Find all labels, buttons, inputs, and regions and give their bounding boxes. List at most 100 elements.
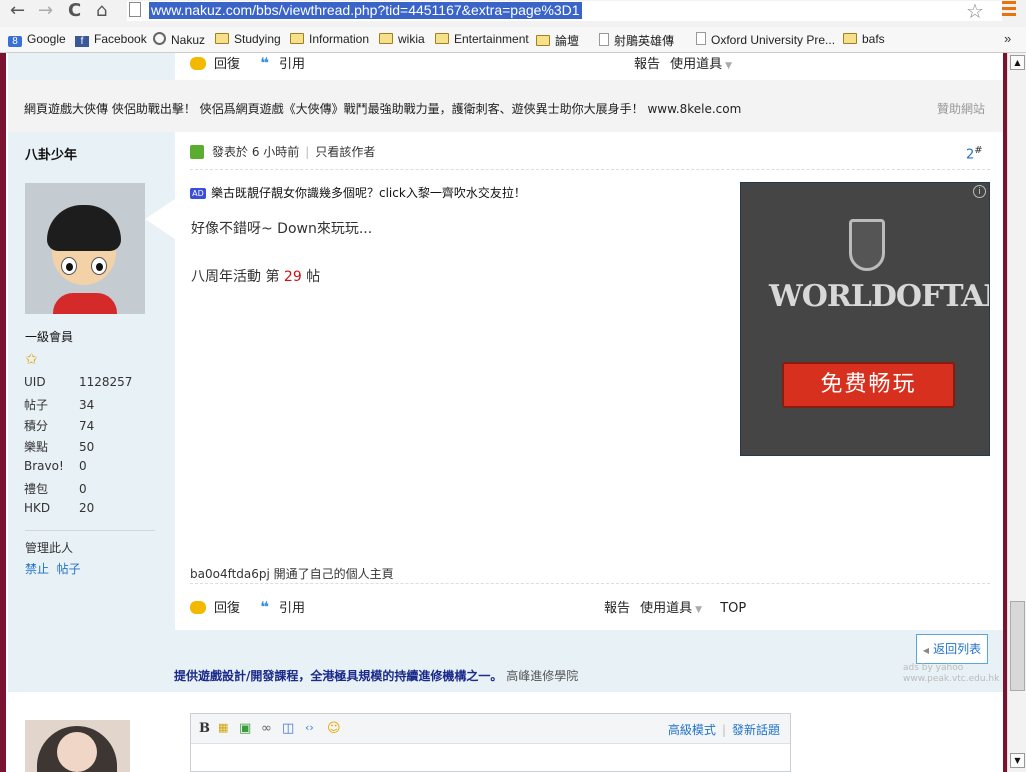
footer-ad-tail: 高峰進修學院 xyxy=(506,669,579,683)
quote-icon: ❝ xyxy=(260,598,269,616)
prev-post-actions: 回復 ❝ 引用 xyxy=(190,53,305,72)
post-number[interactable]: 2# xyxy=(966,145,983,162)
scrollbar-thumb[interactable] xyxy=(1010,601,1025,691)
quote-link[interactable]: 引用 xyxy=(279,57,305,72)
bold-icon[interactable]: B xyxy=(199,721,210,736)
reply-link[interactable]: 回復 xyxy=(214,601,240,616)
post-ad-link[interactable]: 樂古既靚仔靚女你識幾多個呢？click入黎一齊吹水交友拉！ xyxy=(211,186,526,200)
scrollbar[interactable]: ▲ ▼ xyxy=(1007,53,1026,772)
back-icon[interactable]: ← xyxy=(10,0,25,22)
scroll-down-icon[interactable]: ▼ xyxy=(1010,753,1025,768)
image-icon[interactable]: ▣ xyxy=(239,721,251,736)
quote-link[interactable]: 引用 xyxy=(279,601,305,616)
chevron-down-icon: ▼ xyxy=(725,61,733,71)
prev-post-tools: 報告 使用道具 ▼ xyxy=(634,53,732,72)
tools-menu[interactable]: 使用道具 xyxy=(670,57,722,72)
bookmarks-overflow-icon[interactable]: » xyxy=(1004,31,1011,46)
post-actions: 回復 ❝ 引用 xyxy=(190,597,305,616)
new-topic-link[interactable]: 發新話題 xyxy=(732,723,780,737)
ban-link[interactable]: 禁止 xyxy=(25,562,49,576)
author-name[interactable]: 八卦少年 xyxy=(25,144,77,163)
avatar[interactable] xyxy=(25,183,145,314)
bookmark-facebook[interactable]: f Facebook xyxy=(75,32,147,47)
reload-icon[interactable]: C xyxy=(68,0,81,22)
ad-badge-icon: AD xyxy=(190,188,206,199)
bookmarks-bar: 8 Google f Facebook Nakuz Studying Informa… xyxy=(0,27,1026,53)
scroll-up-icon[interactable]: ▲ xyxy=(1010,55,1025,70)
current-user-avatar[interactable] xyxy=(25,720,130,772)
footer-watermark: ads by yahoo www.peak.vtc.edu.hk xyxy=(903,663,1000,684)
bookmark-entertainment[interactable]: Entertainment xyxy=(435,32,529,46)
facebook-icon: f xyxy=(75,36,89,47)
sponsor-link[interactable]: 網頁遊戲大俠傳 俠侶助戰出擊！ 俠侶爲網頁遊戲《大俠傳》戰鬥最強助戰力量，護衛刺… xyxy=(24,100,741,117)
info-icon[interactable]: i xyxy=(973,185,986,198)
only-author-link[interactable]: 只看該作者 xyxy=(315,145,375,159)
top-link[interactable]: TOP xyxy=(720,601,746,616)
post-ad[interactable]: AD 樂古既靚仔靚女你識幾多個呢？click入黎一齊吹水交友拉！ xyxy=(190,184,526,201)
world-of-tanks-ad[interactable]: WORLDOFTANKS 免费畅玩 i xyxy=(740,182,990,456)
smiley-icon[interactable]: ☺ xyxy=(327,721,341,736)
editor-modes: 高級模式 | 發新話題 xyxy=(667,723,780,737)
bookmark-google[interactable]: 8 Google xyxy=(8,32,66,47)
back-to-list-button[interactable]: ◀ 返回列表 xyxy=(916,634,988,664)
sponsor-bar: 網頁遊戲大俠傳 俠侶助戰出擊！ 俠侶爲網頁遊戲《大俠傳》戰鬥最強助戰力量，護衛刺… xyxy=(8,80,1003,132)
bookmark-information[interactable]: Information xyxy=(290,32,369,46)
page-icon xyxy=(129,2,141,17)
reply-icon xyxy=(190,601,206,614)
quote-icon: ❝ xyxy=(260,54,269,72)
bookmark-wikia[interactable]: wikia xyxy=(379,32,425,46)
link-icon[interactable]: ∞ xyxy=(261,721,272,736)
prev-post-side xyxy=(8,53,175,80)
reply-link[interactable]: 回復 xyxy=(214,57,240,72)
bookmark-bafs[interactable]: bafs xyxy=(843,32,885,46)
bookmark-oxford[interactable]: Oxford University Pre... xyxy=(696,32,835,47)
home-icon[interactable]: ⌂ xyxy=(96,0,107,22)
user-online-icon xyxy=(190,145,204,159)
footer-ad[interactable]: 提供遊戲設計/開發課程，全港極具規模的持續進修機構之一。 高峰進修學院 xyxy=(174,667,578,684)
manage-links: 禁止 帖子 xyxy=(25,560,81,577)
bookmark-condor-heroes[interactable]: 射鵰英雄傳 xyxy=(599,32,674,49)
url-text[interactable]: www.nakuz.com/bbs/viewthread.php?tid=445… xyxy=(149,2,582,19)
forward-icon[interactable]: → xyxy=(38,0,53,22)
quote-bubble-icon[interactable]: ◫ xyxy=(282,721,294,736)
report-link[interactable]: 報告 xyxy=(604,601,630,616)
page-content: ▲ ▼ 回復 ❝ 引用 報告 使用道具 ▼ 網頁遊戲大俠傳 俠侶助戰出擊！ 俠侶爲網… xyxy=(0,53,1026,772)
star-icon: ✩ xyxy=(25,350,38,368)
bookmark-forum[interactable]: 論壇 xyxy=(536,32,579,49)
activity-note: ba0o4ftda6pj 開通了自己的個人主頁 xyxy=(190,567,394,581)
color-icon[interactable]: ▦ xyxy=(218,721,228,734)
google-icon: 8 xyxy=(8,36,22,47)
folder-icon xyxy=(536,35,550,46)
divider xyxy=(190,583,990,584)
quick-reply-editor[interactable]: B ▦ ▣ ∞ ◫ ‹› ☺ 高級模式 | 發新話題 xyxy=(190,713,791,772)
chevron-left-icon: ◀ xyxy=(922,646,930,655)
bookmark-star-icon[interactable]: ☆ xyxy=(966,0,984,23)
report-link[interactable]: 報告 xyxy=(634,57,660,72)
chevron-down-icon: ▼ xyxy=(695,605,703,615)
nakuz-icon xyxy=(153,32,166,45)
bookmark-studying[interactable]: Studying xyxy=(215,32,281,46)
author-stats: UID 1128257 帖子 34 積分 74 樂點 50 Bravo! 0 禮包 0 HK… xyxy=(24,375,133,515)
sponsor-label: 贊助網站 xyxy=(936,102,985,116)
post-body: 好像不錯呀~ Down來玩玩... xyxy=(191,221,373,237)
code-icon[interactable]: ‹› xyxy=(305,721,314,734)
advanced-mode-link[interactable]: 高級模式 xyxy=(668,723,716,737)
post-time: 發表於 6 小時前 xyxy=(212,145,300,159)
folder-icon xyxy=(435,33,449,44)
post-header: 發表於 6 小時前 | 只看該作者 xyxy=(190,143,375,160)
user-posts-link[interactable]: 帖子 xyxy=(57,562,81,576)
footer-ad-link[interactable]: 提供遊戲設計/開發課程，全港極具規模的持續進修機構之一。 xyxy=(174,669,502,683)
folder-icon xyxy=(379,33,393,44)
bookmark-nakuz[interactable]: Nakuz xyxy=(153,32,205,47)
post-signature: 八周年活動 第 29 帖 xyxy=(191,269,321,285)
tank-emblem-icon xyxy=(849,219,885,271)
post-tools: 報告 使用道具 ▼ TOP xyxy=(604,597,746,616)
address-bar[interactable]: www.nakuz.com/bbs/viewthread.php?tid=445… xyxy=(127,1,1002,21)
member-rank: 一級會員 xyxy=(25,330,74,344)
manage-user-label: 管理此人 xyxy=(25,541,74,555)
reply-icon xyxy=(190,57,206,70)
divider xyxy=(25,530,155,531)
menu-icon[interactable] xyxy=(1002,1,1016,17)
tools-menu[interactable]: 使用道具 xyxy=(640,601,692,616)
play-free-button[interactable]: 免费畅玩 xyxy=(782,362,955,408)
